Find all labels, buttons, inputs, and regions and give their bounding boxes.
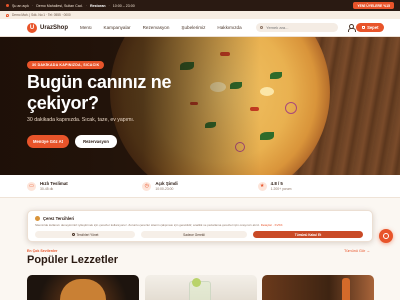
product-card-sauce[interactable] bbox=[262, 275, 374, 300]
truck-icon: ▭ bbox=[27, 181, 36, 191]
main-nav: Menü Kampanyalar Rezervasyon Şubelerimiz… bbox=[80, 25, 254, 30]
nav-item-about[interactable]: Hakkımızda bbox=[217, 25, 241, 30]
section-kicker: En Çok Sevilenler bbox=[27, 249, 58, 253]
site-header: U UrazShop Menü Kampanyalar Rezervasyon … bbox=[0, 19, 400, 37]
cookie-banner: Çerez Tercihleri Sitemizde kullanıcı den… bbox=[27, 210, 373, 242]
product-card-burger[interactable] bbox=[27, 275, 139, 300]
nav-item-branches[interactable]: Şubelerimiz bbox=[181, 25, 205, 30]
cart-button[interactable]: Sepet bbox=[355, 23, 385, 32]
info-item-rating: ★ 4.8 / 5 1.200+ yorum bbox=[257, 181, 373, 191]
status-dot-icon bbox=[6, 4, 9, 7]
search-icon bbox=[259, 25, 264, 30]
open-status: Şu an açık bbox=[12, 3, 29, 8]
logo[interactable]: U UrazShop bbox=[27, 22, 69, 33]
shopping-bag-icon bbox=[361, 25, 366, 30]
chat-button[interactable] bbox=[379, 229, 393, 243]
accept-all-button[interactable]: Tümünü Kabul Et bbox=[253, 231, 363, 238]
search-box[interactable] bbox=[255, 23, 338, 32]
browse-menu-button[interactable]: Menüye Göz At bbox=[27, 135, 69, 148]
see-all-link[interactable]: Tümünü Gör → bbox=[344, 249, 370, 253]
cookie-icon bbox=[35, 216, 40, 221]
nav-item-reservation[interactable]: Rezervasyon bbox=[143, 25, 170, 30]
cookie-details-link[interactable]: Detaylar · KVKK bbox=[261, 223, 283, 227]
nav-item-campaigns[interactable]: Kampanyalar bbox=[104, 25, 131, 30]
location-bar: Demo Mah. | Sdk. No:1 · Tel: 0555 · 0000 bbox=[0, 11, 400, 19]
cart-label: Sepet bbox=[367, 25, 379, 30]
promo-badge[interactable]: YENİ ÜYELERE %15 bbox=[353, 2, 394, 9]
location-pin-icon bbox=[6, 13, 9, 17]
hero-subtitle: 30 dakikada kapınızda. Sıcak, taze, ev y… bbox=[27, 117, 135, 123]
info-subtitle: 1.200+ yorum bbox=[270, 187, 292, 191]
manage-preferences-button[interactable]: Tercihleri Yönet bbox=[35, 231, 135, 238]
address-text: Demo Mahallesi, Sultan Cad. bbox=[36, 3, 83, 8]
nav-item-menu[interactable]: Menü bbox=[80, 25, 92, 30]
cookie-title: Çerez Tercihleri bbox=[43, 216, 75, 221]
announcement-bar: Şu an açık · Demo Mahallesi, Sultan Cad.… bbox=[0, 0, 400, 11]
product-card-drink[interactable] bbox=[145, 275, 257, 300]
hours-text: 10:00 – 23:00 bbox=[112, 3, 135, 8]
info-subtitle: 30-45 dk bbox=[40, 187, 54, 191]
info-item-open: ◷ Açık Şimdi 10:00-23:00 bbox=[142, 181, 257, 191]
search-input[interactable] bbox=[266, 25, 334, 30]
info-title: Hızlı Teslimat bbox=[40, 181, 68, 186]
burger-image bbox=[60, 279, 106, 300]
section-title: Popüler Lezzetler bbox=[27, 254, 119, 266]
necessary-only-button[interactable]: Sadece Gerekli bbox=[141, 231, 247, 238]
hero-tag-badge: 30 DAKİKADA KAPINIZDA, SICACIK bbox=[27, 61, 105, 69]
info-item-delivery: ▭ Hızlı Teslimat 30-45 dk bbox=[27, 181, 142, 191]
location-text: Demo Mah. | Sdk. No:1 · Tel: 0555 · 0000 bbox=[12, 13, 71, 17]
info-strip: ▭ Hızlı Teslimat 30-45 dk ◷ Açık Şimdi 1… bbox=[0, 175, 400, 198]
star-icon: ★ bbox=[257, 181, 267, 191]
reservation-button[interactable]: Rezervasyon bbox=[75, 135, 117, 148]
hero-banner: 30 DAKİKADA KAPINIZDA, SICACIK Bugün can… bbox=[0, 37, 400, 175]
cookie-description: Sitemizde kullanıcı deneyiminizi iyileşt… bbox=[35, 223, 283, 227]
lime-image bbox=[192, 278, 201, 287]
brand-name: UrazShop bbox=[40, 24, 69, 31]
bottle-image bbox=[342, 278, 350, 300]
clock-icon: ◷ bbox=[142, 181, 152, 191]
logo-mark-icon: U bbox=[27, 22, 37, 33]
chat-bubble-icon bbox=[383, 233, 389, 239]
info-title: 4.8 / 5 bbox=[270, 181, 283, 186]
hero-title: Bugün canınız ne çekiyor? bbox=[27, 72, 172, 113]
hours-label: Restoran bbox=[89, 3, 106, 8]
info-title: Açık Şimdi bbox=[155, 181, 178, 186]
gear-icon bbox=[71, 233, 75, 236]
info-subtitle: 10:00-23:00 bbox=[155, 187, 174, 191]
